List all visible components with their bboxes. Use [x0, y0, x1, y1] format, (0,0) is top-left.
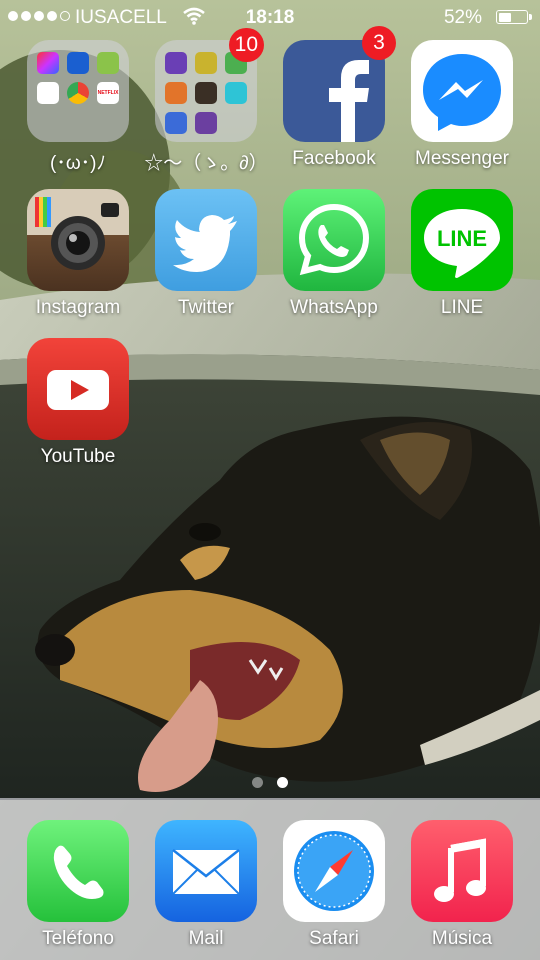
app-label: WhatsApp: [290, 297, 378, 318]
app-instagram[interactable]: Instagram: [14, 189, 142, 319]
line-icon-text: LINE: [437, 226, 487, 251]
messenger-icon: [411, 40, 513, 142]
app-twitter[interactable]: Twitter: [142, 189, 270, 319]
translate-app-mini-icon: [37, 82, 59, 104]
page-indicator[interactable]: [0, 777, 540, 788]
whatsapp-icon: [283, 189, 385, 291]
safari-icon: [283, 820, 385, 922]
game-1-mini-icon: [165, 52, 187, 74]
dock-app-telefono[interactable]: Teléfono: [14, 820, 142, 950]
app-label: Instagram: [35, 297, 121, 318]
maps-app-mini-icon: [97, 52, 119, 74]
app-label: Mail: [188, 928, 224, 949]
netflix-app-mini-icon: NETFLIX: [97, 82, 119, 104]
app-label: YouTube: [40, 446, 116, 467]
twitter-icon: [155, 189, 257, 291]
app-label: LINE: [440, 297, 484, 318]
dock-app-mail[interactable]: Mail: [142, 820, 270, 950]
game-7-mini-icon: [165, 112, 187, 134]
app-label: Safari: [309, 928, 359, 949]
game-8-mini-icon: [195, 112, 217, 134]
page-dot-active: [277, 777, 288, 788]
status-bar: IUSACELL 18:18 52%: [0, 0, 540, 36]
battery-icon: [496, 10, 532, 24]
photos-app-mini-icon: [37, 52, 59, 74]
phone-icon: [27, 820, 129, 922]
chrome-app-mini-icon: [67, 82, 89, 104]
app-label: Messenger: [415, 148, 509, 169]
youtube-icon: [27, 338, 129, 440]
folder-2[interactable]: 10 ☆〜（ゝ。∂）: [142, 28, 270, 175]
game-6-mini-icon: [225, 82, 247, 104]
page-dot: [252, 777, 263, 788]
app-label: Facebook: [292, 148, 376, 169]
app-line[interactable]: LINE LINE: [398, 189, 526, 319]
app-label: ☆〜（ゝ。∂）: [144, 153, 268, 174]
app-label: Música: [431, 928, 493, 949]
instagram-icon: [27, 189, 129, 291]
app-facebook[interactable]: 3 Facebook: [270, 26, 398, 170]
line-icon: LINE: [411, 189, 513, 291]
dock-app-safari[interactable]: Safari: [270, 820, 398, 950]
music-icon: [411, 820, 513, 922]
game-2-mini-icon: [195, 52, 217, 74]
app-label: Teléfono: [42, 928, 114, 949]
game-5-mini-icon: [195, 82, 217, 104]
game-4-mini-icon: [165, 82, 187, 104]
app-label: Twitter: [178, 297, 234, 318]
app-label: (･ω･)ﾉ: [50, 153, 106, 174]
folder-icon: NETFLIX: [27, 40, 129, 142]
dock-app-musica[interactable]: Música: [398, 820, 526, 950]
folder-1[interactable]: NETFLIX (･ω･)ﾉ: [14, 40, 142, 175]
app-whatsapp[interactable]: WhatsApp: [270, 189, 398, 319]
app-youtube[interactable]: YouTube: [14, 338, 142, 468]
mail-icon: [155, 820, 257, 922]
battery-percentage: 52%: [443, 7, 482, 28]
app-messenger[interactable]: Messenger: [398, 40, 526, 170]
apps-app-mini-icon: [67, 52, 89, 74]
